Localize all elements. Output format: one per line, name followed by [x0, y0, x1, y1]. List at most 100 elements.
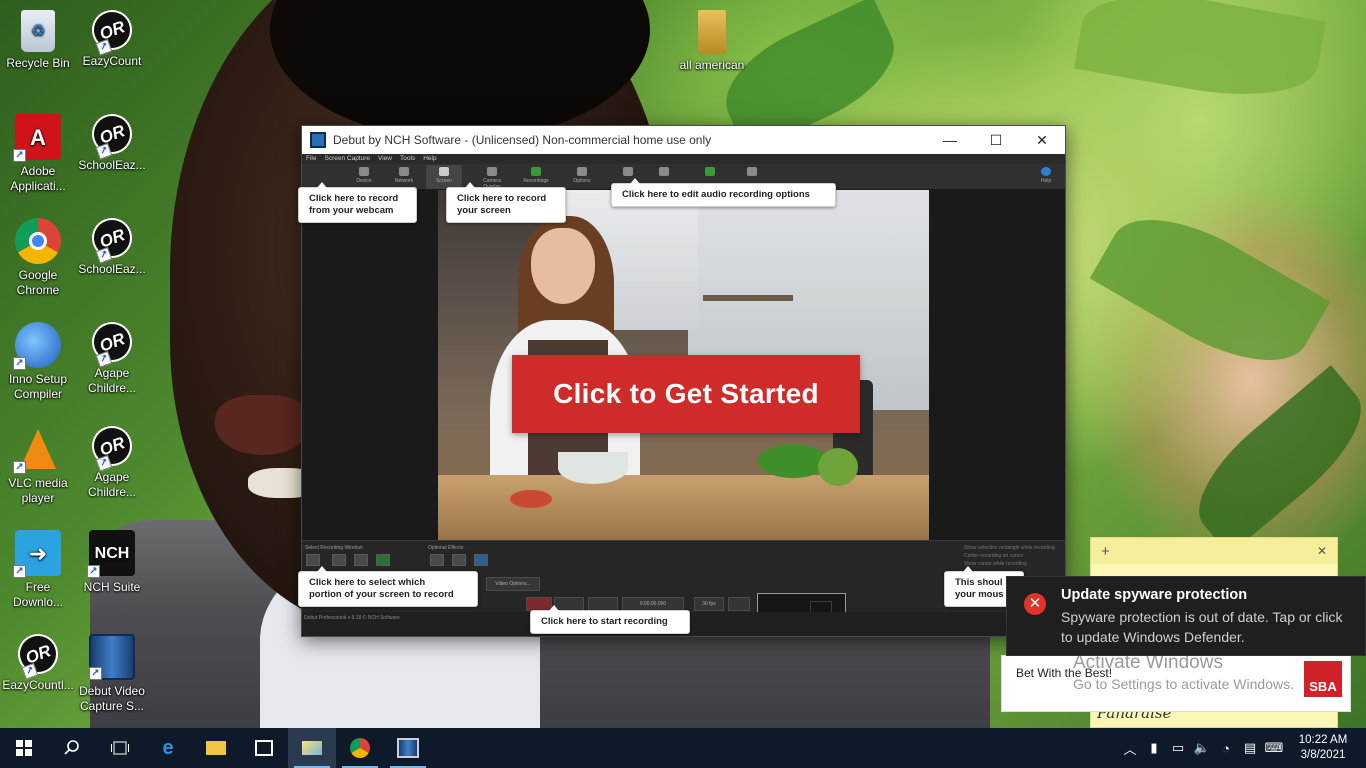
- toolbar-help-button[interactable]: Help: [1028, 165, 1064, 189]
- color-effect-button[interactable]: [452, 554, 466, 566]
- menu-help[interactable]: Help: [423, 154, 436, 164]
- add-note-icon[interactable]: +: [1101, 543, 1110, 560]
- tooltip-start[interactable]: Click here to start recording: [530, 605, 690, 634]
- desktop-icon-adobe[interactable]: A ↗ Adobe Applicati...: [0, 110, 76, 210]
- desktop-icon-label: EazyCountl...: [2, 678, 74, 692]
- taskbar-debut[interactable]: [384, 728, 432, 768]
- option-center-cursor[interactable]: Center recording on cursor: [964, 553, 1023, 559]
- options-icon: [577, 167, 587, 176]
- menu-file[interactable]: File: [306, 154, 316, 164]
- tooltip-audio[interactable]: Click here to edit audio recording optio…: [611, 178, 836, 207]
- desktop-icon-eazycount[interactable]: OR ↗ EazyCount: [74, 4, 150, 106]
- tooltip-text: Click here to record: [457, 193, 547, 204]
- tooltip-screen[interactable]: Click here to record your screen: [446, 182, 566, 223]
- preview-tomato: [510, 490, 552, 508]
- desktop-icon-agape-1[interactable]: OR ↗ Agape Childre...: [74, 316, 150, 418]
- volume-icon[interactable]: 🔈: [1190, 740, 1214, 756]
- desktop-icon-agape-2[interactable]: OR ↗ Agape Childre...: [74, 420, 150, 522]
- window-select-button[interactable]: [332, 554, 346, 566]
- overlay-effect-button[interactable]: [474, 554, 488, 566]
- desktop-icon-label: SchoolEaz...: [78, 158, 146, 172]
- desktop-icon-vlc[interactable]: ↗ VLC media player: [0, 422, 76, 522]
- desktop-icon-label: Agape Childre...: [87, 366, 137, 395]
- edge-icon: e: [162, 736, 174, 759]
- desktop-icon-label: Recycle Bin: [6, 56, 70, 70]
- taskbar-edge[interactable]: e: [144, 728, 192, 768]
- desktop-icon-label: SchoolEaz...: [78, 262, 146, 276]
- toolbar-recordings-button[interactable]: Recordings: [518, 165, 554, 189]
- get-started-button[interactable]: Click to Get Started: [512, 355, 860, 433]
- menu-tools[interactable]: Tools: [400, 154, 415, 164]
- toolbar-network-button[interactable]: Network: [386, 165, 422, 189]
- tooltip-text: portion of your screen to record: [309, 589, 454, 600]
- close-button[interactable]: ✕: [1019, 126, 1065, 154]
- menu-screen-capture[interactable]: Screen Capture: [324, 154, 370, 164]
- text-effect-button[interactable]: [430, 554, 444, 566]
- toolbar-screen-button[interactable]: Screen: [426, 165, 462, 189]
- taskbar-file-explorer[interactable]: [192, 728, 240, 768]
- desktop-icon-schooleaz-1[interactable]: OR ↗ SchoolEaz...: [74, 108, 150, 210]
- defender-notification[interactable]: ✕ Update spyware protection Spyware prot…: [1006, 576, 1366, 656]
- start-button[interactable]: [0, 728, 48, 768]
- search-button[interactable]: [48, 728, 96, 768]
- preview-vegetables: [758, 444, 828, 478]
- region-crop-button[interactable]: [376, 554, 390, 566]
- keyboard-icon[interactable]: ⌨: [1262, 740, 1286, 756]
- option-show-cursor[interactable]: Show cursor while recording: [964, 561, 1027, 567]
- desktop-icon-all-american[interactable]: all american: [674, 6, 750, 106]
- clock-date: 3/8/2021: [1300, 749, 1346, 761]
- wifi-icon[interactable]: ◔: [1214, 741, 1238, 756]
- sticky-notes-icon: [302, 741, 322, 755]
- desktop-icon-inno-setup[interactable]: ↗ Inno Setup Compiler: [0, 318, 76, 418]
- desktop-icon-schooleaz-2[interactable]: OR ↗ SchoolEaz...: [74, 212, 150, 314]
- desktop-icon-recycle-bin[interactable]: ♻ Recycle Bin: [0, 6, 76, 106]
- select-window-label: Select Recording Window:: [305, 545, 364, 551]
- toolbar-label: Device: [356, 178, 372, 184]
- menu-view[interactable]: View: [378, 154, 392, 164]
- task-view-button[interactable]: [96, 728, 144, 768]
- region-select-button[interactable]: [354, 554, 368, 566]
- desktop-icon-free-download[interactable]: ➜ ↗ Free Downlo...: [0, 526, 76, 626]
- or-logo-icon: OR ↗: [86, 420, 138, 472]
- window-titlebar[interactable]: Debut by NCH Software - (Unlicensed) Non…: [302, 126, 1065, 154]
- taskbar-store[interactable]: [240, 728, 288, 768]
- help-icon: [1041, 167, 1051, 176]
- desktop-icon-nch-suite[interactable]: NCH ↗ NCH Suite: [74, 526, 150, 626]
- video-options-button[interactable]: Video Options...: [486, 577, 540, 591]
- toolbar-camera-overlay-button[interactable]: Camera Overlay: [474, 165, 510, 190]
- effects-label: Optional Effects:: [428, 545, 465, 551]
- wallpaper-leaf: [1177, 365, 1366, 555]
- desktop-icon-eazycountl[interactable]: OR ↗ EazyCountl...: [0, 628, 76, 730]
- usb-icon[interactable]: ▮: [1142, 740, 1166, 756]
- snapshot-button[interactable]: [728, 597, 750, 611]
- toolbar-options-button[interactable]: Options: [564, 165, 600, 189]
- minimize-button[interactable]: —: [927, 126, 973, 154]
- desktop-icon-google-chrome[interactable]: Google Chrome: [0, 214, 76, 314]
- preview-face: [531, 228, 595, 304]
- desktop-icon-debut[interactable]: ↗ Debut Video Capture S...: [74, 630, 150, 730]
- option-show-selection[interactable]: Show selection rectangle while recording: [964, 545, 1055, 551]
- tooltip-portion[interactable]: Click here to select which portion of yo…: [298, 566, 478, 607]
- taskbar-sticky-notes[interactable]: [288, 728, 336, 768]
- inno-setup-icon: ↗: [13, 322, 61, 370]
- notification-title: Update spyware protection: [1061, 587, 1248, 603]
- taskbar-clock[interactable]: 10:22 AM 3/8/2021: [1286, 733, 1360, 763]
- desktop-icon-label: Adobe Applicati...: [10, 164, 66, 193]
- right-panel: [929, 190, 1065, 540]
- maximize-button[interactable]: ☐: [973, 126, 1019, 154]
- debut-icon: [397, 738, 419, 758]
- fps-display: 30 fps: [694, 597, 724, 611]
- notification-body: Spyware protection is out of date. Tap o…: [1061, 609, 1343, 645]
- taskbar-chrome[interactable]: [336, 728, 384, 768]
- preview-shelf: [703, 295, 793, 301]
- toolbar-device-button[interactable]: Device: [346, 165, 382, 189]
- stop-button[interactable]: [588, 597, 618, 611]
- tooltip-text: This shoul: [955, 577, 1003, 588]
- show-hidden-icons-icon[interactable]: ︿: [1118, 739, 1142, 758]
- fullscreen-select-button[interactable]: [306, 554, 320, 566]
- tooltip-webcam[interactable]: Click here to record from your webcam: [298, 182, 417, 223]
- toolbar-label: Options: [573, 178, 591, 184]
- notification-icon[interactable]: ▤: [1238, 740, 1262, 756]
- battery-icon[interactable]: ▭: [1166, 740, 1190, 756]
- close-note-icon[interactable]: ✕: [1317, 544, 1327, 558]
